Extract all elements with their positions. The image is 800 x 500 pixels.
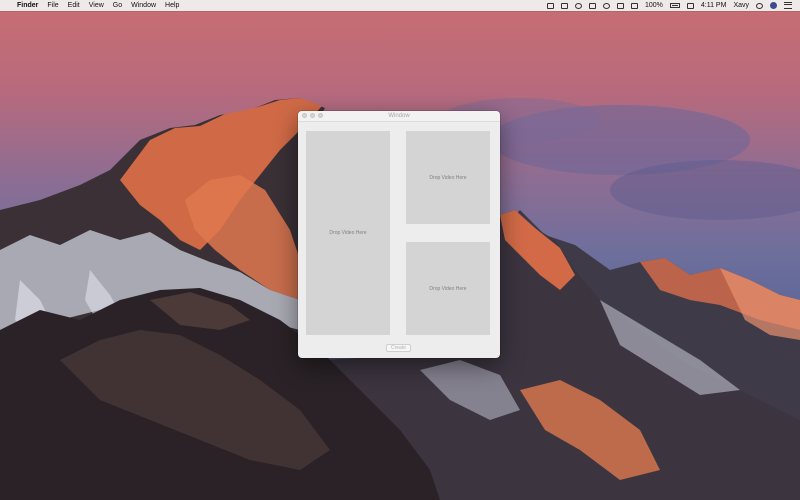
- zoom-button[interactable]: [318, 113, 323, 118]
- menubar-clock[interactable]: 4:11 PM: [701, 2, 727, 9]
- menu-app-name[interactable]: Finder: [17, 2, 38, 9]
- notification-center-icon[interactable]: [784, 2, 792, 9]
- create-button-label: Create: [390, 345, 406, 351]
- drop-zone-top-right[interactable]: Drop Video Here: [406, 131, 490, 224]
- window-title: Window: [388, 113, 410, 119]
- menu-view[interactable]: View: [89, 2, 104, 9]
- menu-file[interactable]: File: [47, 2, 58, 9]
- app-window: Window Drop Video Here Drop Video Here D…: [298, 111, 500, 358]
- volume-icon[interactable]: [630, 2, 638, 9]
- spotlight-search-icon[interactable]: [756, 2, 763, 9]
- window-controls: [302, 113, 323, 118]
- drop-zone-main-label: Drop Video Here: [329, 230, 367, 236]
- menubar-user[interactable]: Xavy: [733, 2, 749, 9]
- create-button[interactable]: Create: [386, 344, 411, 352]
- wifi-icon[interactable]: [602, 2, 610, 9]
- battery-percent[interactable]: 100%: [645, 2, 663, 9]
- notes-icon[interactable]: [560, 2, 568, 9]
- menu-bar: Finder File Edit View Go Window Help 100…: [0, 0, 800, 11]
- menu-go[interactable]: Go: [113, 2, 122, 9]
- minimize-button[interactable]: [310, 113, 315, 118]
- drop-zone-main[interactable]: Drop Video Here: [306, 131, 390, 335]
- window-titlebar[interactable]: Window: [298, 111, 500, 122]
- menu-edit[interactable]: Edit: [68, 2, 80, 9]
- airplay-icon[interactable]: [616, 2, 624, 9]
- drop-zone-bottom-right[interactable]: Drop Video Here: [406, 242, 490, 335]
- drop-zone-top-right-label: Drop Video Here: [429, 174, 467, 181]
- menu-window[interactable]: Window: [131, 2, 156, 9]
- battery-icon[interactable]: [669, 3, 680, 8]
- bluetooth-icon[interactable]: [588, 2, 596, 9]
- drop-zone-bottom-right-label: Drop Video Here: [429, 285, 467, 292]
- siri-icon[interactable]: [770, 2, 777, 9]
- menubar-extra-icon[interactable]: [546, 2, 554, 9]
- menu-help[interactable]: Help: [165, 2, 179, 9]
- input-source-icon[interactable]: [686, 2, 694, 9]
- time-machine-icon[interactable]: [574, 2, 582, 9]
- close-button[interactable]: [302, 113, 307, 118]
